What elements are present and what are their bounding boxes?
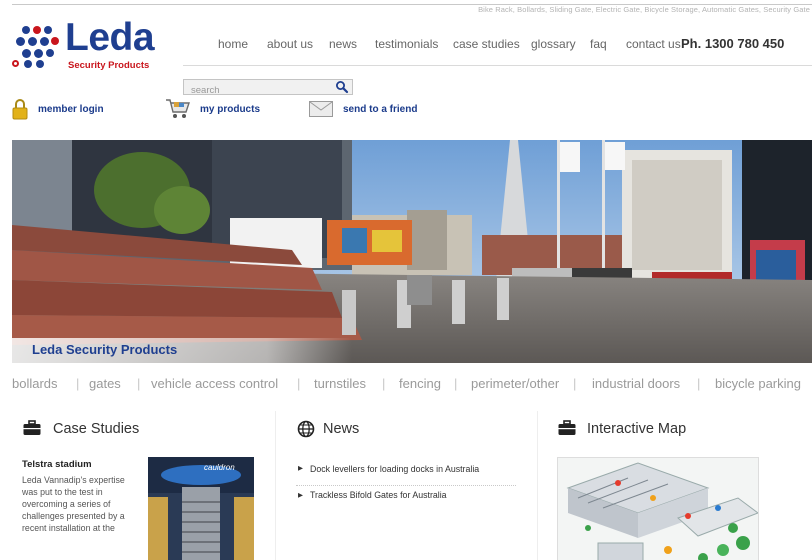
search-icon[interactable] [334,80,350,94]
logo-subtitle: Security Products [68,60,150,71]
triangle-bullet-icon: ▶ [298,465,303,472]
column-divider [275,411,276,560]
logo-dots-icon [12,26,62,70]
seo-tagline: Bike Rack, Bollards, Sliding Gate, Elect… [478,5,810,14]
my-products-link[interactable]: my products [165,98,275,120]
briefcase-icon [23,420,41,441]
column-divider [537,411,538,560]
hero-banner: Leda Security Products [12,140,812,363]
category-separator: | [573,376,577,391]
category-separator: | [76,376,80,391]
hero-photo [12,140,812,363]
logo-wordmark: Leda [65,16,155,59]
news-item-title: Dock levellers for loading docks in Aust… [310,464,480,474]
case-study-excerpt: Leda Vannadip's expertise was put to the… [22,475,125,533]
category-industrial-doors[interactable]: industrial doors [592,376,680,391]
leda-logo[interactable]: Leda Security Products [12,18,162,72]
category-bollards[interactable]: bollards [12,376,58,391]
send-to-friend-label: send to a friend [343,104,418,115]
member-login-link[interactable]: member login [12,98,122,120]
category-separator: | [454,376,458,391]
nav-home[interactable]: home [218,37,248,51]
search-box [183,79,353,98]
nav-news[interactable]: news [329,37,357,51]
news-list: ▶ Dock levellers for loading docks in Au… [296,460,516,512]
category-separator: | [137,376,141,391]
category-bar: bollards | gates | vehicle access contro… [12,376,812,394]
interactive-map-thumbnail[interactable] [557,457,759,560]
hero-caption: Leda Security Products [32,342,178,357]
interactive-map-heading: Interactive Map [587,421,687,437]
category-vehicle-access-control[interactable]: vehicle access control [151,376,278,391]
my-products-label: my products [200,104,261,115]
case-study-title[interactable]: Telstra stadium [22,459,92,470]
news-item[interactable]: ▶ Trackless Bifold Gates for Australia [296,486,516,512]
news-item-title: Trackless Bifold Gates for Australia [310,490,447,500]
globe-icon [297,420,315,443]
search-input[interactable] [184,83,332,98]
category-bicycle-parking[interactable]: bicycle parking [715,376,801,391]
cart-icon [165,97,191,123]
case-study-image-sign: cauldron [204,463,235,472]
nav-testimonials[interactable]: testimonials [375,37,438,51]
nav-contact-us[interactable]: contact us [626,37,681,51]
category-separator: | [382,376,386,391]
triangle-bullet-icon: ▶ [298,492,303,499]
news-heading: News [323,421,360,437]
nav-divider [183,65,812,66]
member-login-label: member login [38,104,104,115]
case-study-image[interactable]: cauldron [148,457,254,560]
category-turnstiles[interactable]: turnstiles [314,376,366,391]
nav-faq[interactable]: faq [590,37,607,51]
news-item[interactable]: ▶ Dock levellers for loading docks in Au… [296,460,516,486]
send-to-friend-link[interactable]: send to a friend [309,98,429,120]
category-separator: | [697,376,701,391]
category-gates[interactable]: gates [89,376,121,391]
category-separator: | [297,376,301,391]
category-perimeter-other[interactable]: perimeter/other [471,376,559,391]
nav-glossary[interactable]: glossary [531,37,576,51]
page: Bike Rack, Bollards, Sliding Gate, Elect… [0,0,812,560]
envelope-icon [309,101,333,120]
case-studies-heading: Case Studies [53,421,140,437]
phone-number: Ph. 1300 780 450 [681,36,785,51]
lock-icon [12,98,28,123]
briefcase-icon [558,420,576,441]
nav-case-studies[interactable]: case studies [453,37,520,51]
nav-about-us[interactable]: about us [267,37,313,51]
hero-caption-bar: Leda Security Products [12,338,352,363]
category-fencing[interactable]: fencing [399,376,441,391]
